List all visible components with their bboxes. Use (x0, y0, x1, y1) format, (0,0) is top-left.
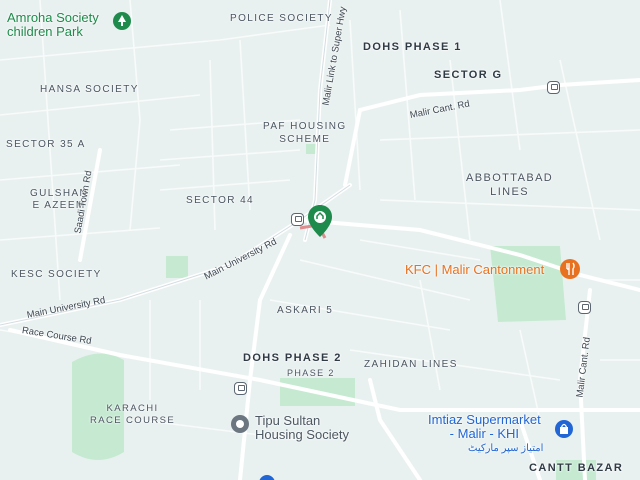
area-label-abbottabad-lines: ABBOTTABAD LINES (466, 172, 554, 198)
poi-label-kfc[interactable]: KFC | Malir Cantonment (405, 262, 544, 277)
area-label-dohs-phase-1: DOHS PHASE 1 (363, 41, 462, 53)
poi-label-tipu-sultan[interactable]: Tipu Sultan Housing Society (255, 414, 349, 442)
area-label-karachi-race-course: KARACHI RACE COURSE (90, 403, 176, 426)
area-label-cantt-bazar: CANTT BAZAR (529, 462, 624, 474)
area-label-askari-5: ASKARI 5 (277, 305, 334, 316)
bus-stop-icon[interactable] (547, 81, 560, 94)
park-tree-icon[interactable] (112, 11, 132, 36)
poi-label-imtiaz[interactable]: Imtiaz Supermarket - Malir - KHI (428, 413, 541, 441)
restaurant-icon[interactable] (559, 258, 581, 285)
poi-label-amroha-park[interactable]: Amroha Society children Park (7, 11, 99, 39)
selected-place-pin-icon[interactable] (307, 204, 333, 243)
bus-stop-icon[interactable] (234, 382, 247, 395)
area-label-sector-35a: SECTOR 35 A (6, 139, 86, 150)
area-label-hansa-society: HANSA SOCIETY (40, 84, 139, 95)
area-label-paf-housing-scheme: PAF HOUSING SCHEME (263, 121, 347, 145)
area-label-police-society: POLICE SOCIETY (230, 13, 333, 24)
location-pin-icon[interactable] (230, 414, 250, 439)
area-label-dohs-phase-2: DOHS PHASE 2 (243, 352, 342, 364)
bus-stop-icon[interactable] (291, 213, 304, 226)
shopping-bag-icon[interactable] (554, 419, 574, 444)
poi-label-imtiaz-urdu: امتیاز سپر مارکیٹ (468, 443, 544, 454)
location-marker-icon[interactable] (258, 471, 276, 480)
area-label-sector-g: SECTOR G (434, 69, 503, 81)
area-label-kesc-society: KESC SOCIETY (11, 269, 102, 280)
area-label-zahidan-lines: ZAHIDAN LINES (364, 359, 458, 370)
area-label-phase-2: PHASE 2 (287, 368, 335, 378)
park-area (166, 256, 188, 278)
map-canvas[interactable]: POLICE SOCIETY DOHS PHASE 1 SECTOR G HAN… (0, 0, 640, 480)
area-label-sector-44: SECTOR 44 (186, 195, 254, 206)
bus-stop-icon[interactable] (578, 301, 591, 314)
